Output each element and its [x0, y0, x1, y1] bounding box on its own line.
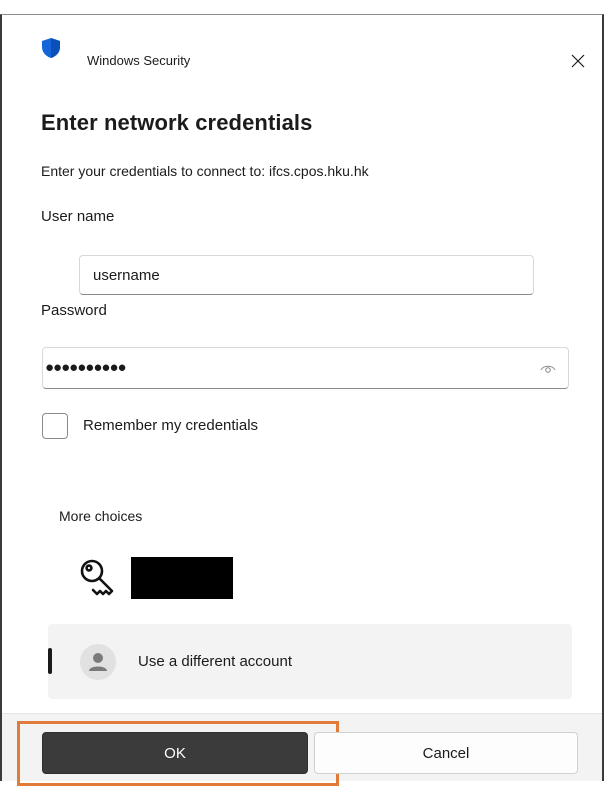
- dialog-heading: Enter network credentials: [41, 110, 313, 135]
- username-label: User name: [41, 208, 115, 225]
- reveal-password-icon[interactable]: [540, 361, 556, 375]
- password-label: Password: [41, 302, 107, 319]
- credential-dialog: Windows Security Enter network credentia…: [0, 14, 604, 786]
- dialog-footer: OK Cancel: [2, 713, 602, 786]
- username-field[interactable]: username: [79, 255, 534, 295]
- password-value: ●●●●●●●●●●: [45, 359, 127, 376]
- cancel-button[interactable]: Cancel: [314, 732, 578, 774]
- password-field[interactable]: ●●●●●●●●●●: [42, 347, 569, 389]
- person-icon: [80, 644, 116, 680]
- more-choices-label: More choices: [59, 508, 143, 524]
- ok-button[interactable]: OK: [42, 732, 308, 774]
- dialog-subtitle: Enter your credentials to connect to: if…: [41, 163, 369, 179]
- selection-indicator: [48, 648, 52, 674]
- different-account-label: Use a different account: [138, 653, 292, 670]
- remember-credentials-checkbox[interactable]: [42, 413, 68, 439]
- shield-icon: [42, 38, 60, 58]
- redacted-account-name: [131, 557, 233, 599]
- key-icon[interactable]: [79, 556, 119, 601]
- title-bar: Windows Security: [2, 15, 602, 71]
- remember-credentials-label[interactable]: Remember my credentials: [83, 417, 258, 434]
- close-icon[interactable]: [568, 51, 588, 71]
- use-different-account-option[interactable]: Use a different account: [48, 624, 572, 699]
- app-title: Windows Security: [87, 53, 191, 68]
- username-value: username: [93, 267, 160, 284]
